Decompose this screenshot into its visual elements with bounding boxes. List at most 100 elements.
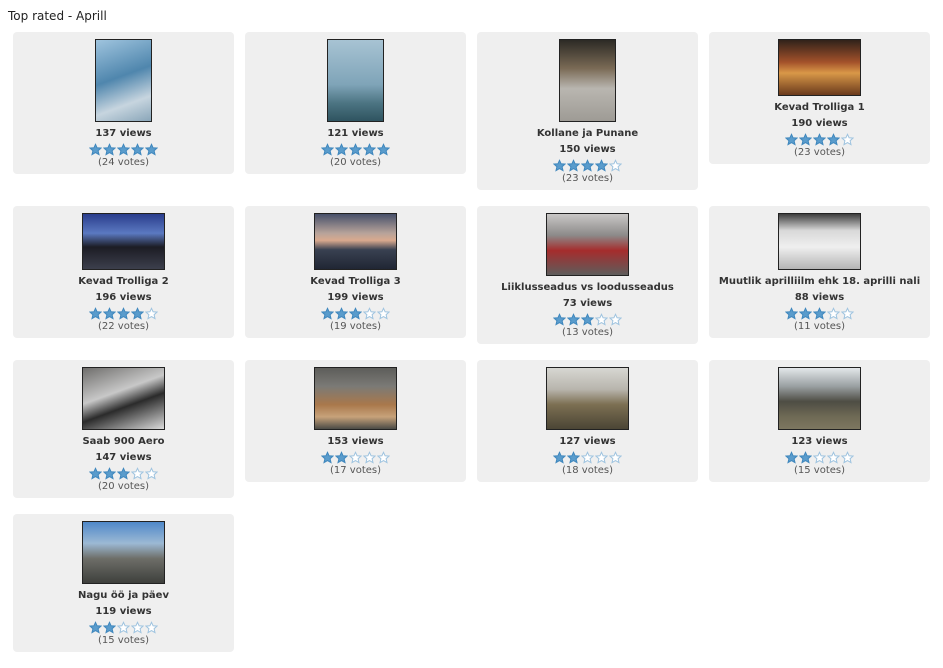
- star-empty-icon[interactable]: [131, 467, 144, 480]
- views-count: 123 views: [791, 436, 848, 447]
- gallery-row: 137 views (24 votes) 121 views (20 votes…: [13, 32, 931, 190]
- star-filled-icon[interactable]: [349, 143, 362, 156]
- thumbnail-caption[interactable]: Nagu öö ja päev: [13, 588, 234, 604]
- star-filled-icon[interactable]: [799, 451, 812, 464]
- thumbnail-image[interactable]: [82, 521, 165, 584]
- star-empty-icon[interactable]: [595, 451, 608, 464]
- star-empty-icon[interactable]: [813, 451, 826, 464]
- thumbnail-caption[interactable]: Saab 900 Aero: [13, 434, 234, 450]
- thumbnail-image[interactable]: [559, 39, 616, 122]
- star-filled-icon[interactable]: [553, 451, 566, 464]
- thumbnail-image[interactable]: [314, 213, 397, 270]
- star-filled-icon[interactable]: [335, 143, 348, 156]
- star-filled-icon[interactable]: [567, 313, 580, 326]
- star-filled-icon[interactable]: [799, 307, 812, 320]
- star-filled-icon[interactable]: [103, 143, 116, 156]
- rating-stars: [13, 306, 234, 320]
- star-filled-icon[interactable]: [335, 451, 348, 464]
- thumbnail-caption[interactable]: Kevad Trolliga 3: [245, 274, 466, 290]
- thumbnail-caption[interactable]: Muutlik aprilliilm ehk 18. aprilli nali: [709, 274, 930, 290]
- star-filled-icon[interactable]: [117, 467, 130, 480]
- star-empty-icon[interactable]: [609, 159, 622, 172]
- star-filled-icon[interactable]: [813, 307, 826, 320]
- star-filled-icon[interactable]: [89, 467, 102, 480]
- star-filled-icon[interactable]: [131, 307, 144, 320]
- star-filled-icon[interactable]: [813, 133, 826, 146]
- star-empty-icon[interactable]: [609, 451, 622, 464]
- page-title: Top rated - Aprill: [8, 9, 107, 23]
- star-filled-icon[interactable]: [89, 307, 102, 320]
- thumbnail-caption[interactable]: Kollane ja Punane: [477, 126, 698, 142]
- thumbnail-image[interactable]: [82, 213, 165, 270]
- star-filled-icon[interactable]: [131, 143, 144, 156]
- star-filled-icon[interactable]: [581, 313, 594, 326]
- star-filled-icon[interactable]: [117, 307, 130, 320]
- star-filled-icon[interactable]: [321, 143, 334, 156]
- thumbnail-image[interactable]: [82, 367, 165, 430]
- star-filled-icon[interactable]: [117, 143, 130, 156]
- views-count: 119 views: [95, 606, 152, 617]
- star-filled-icon[interactable]: [89, 621, 102, 634]
- star-filled-icon[interactable]: [103, 467, 116, 480]
- star-empty-icon[interactable]: [363, 451, 376, 464]
- star-empty-icon[interactable]: [145, 621, 158, 634]
- star-empty-icon[interactable]: [117, 621, 130, 634]
- star-filled-icon[interactable]: [827, 133, 840, 146]
- star-empty-icon[interactable]: [145, 307, 158, 320]
- star-filled-icon[interactable]: [553, 313, 566, 326]
- star-filled-icon[interactable]: [553, 159, 566, 172]
- thumbnail-caption[interactable]: Kevad Trolliga 1: [709, 100, 930, 116]
- thumbnail-image[interactable]: [778, 213, 861, 270]
- views-count: 137 views: [95, 128, 152, 139]
- star-filled-icon[interactable]: [363, 143, 376, 156]
- star-filled-icon[interactable]: [595, 159, 608, 172]
- star-empty-icon[interactable]: [349, 451, 362, 464]
- star-empty-icon[interactable]: [145, 467, 158, 480]
- star-filled-icon[interactable]: [103, 307, 116, 320]
- star-filled-icon[interactable]: [799, 133, 812, 146]
- star-filled-icon[interactable]: [89, 143, 102, 156]
- star-filled-icon[interactable]: [567, 159, 580, 172]
- thumbnail-image[interactable]: [546, 213, 629, 276]
- star-empty-icon[interactable]: [377, 307, 390, 320]
- star-filled-icon[interactable]: [785, 307, 798, 320]
- votes-count: (13 votes): [561, 327, 614, 338]
- thumbnail-image[interactable]: [314, 367, 397, 430]
- star-empty-icon[interactable]: [377, 451, 390, 464]
- thumbnail-image[interactable]: [546, 367, 629, 430]
- star-empty-icon[interactable]: [827, 451, 840, 464]
- star-filled-icon[interactable]: [377, 143, 390, 156]
- star-empty-icon[interactable]: [609, 313, 622, 326]
- star-filled-icon[interactable]: [785, 133, 798, 146]
- star-filled-icon[interactable]: [321, 451, 334, 464]
- star-empty-icon[interactable]: [581, 451, 594, 464]
- thumbnail-caption[interactable]: Liiklusseadus vs loodusseadus: [477, 280, 698, 296]
- star-filled-icon[interactable]: [785, 451, 798, 464]
- star-empty-icon[interactable]: [841, 451, 854, 464]
- star-filled-icon[interactable]: [349, 307, 362, 320]
- votes-count: (20 votes): [329, 157, 382, 168]
- star-empty-icon[interactable]: [363, 307, 376, 320]
- star-filled-icon[interactable]: [145, 143, 158, 156]
- star-filled-icon[interactable]: [567, 451, 580, 464]
- thumbnail-image[interactable]: [95, 39, 152, 122]
- star-empty-icon[interactable]: [841, 307, 854, 320]
- votes-count: (24 votes): [97, 157, 150, 168]
- star-empty-icon[interactable]: [595, 313, 608, 326]
- star-empty-icon[interactable]: [841, 133, 854, 146]
- thumbnail-image[interactable]: [778, 39, 861, 96]
- star-filled-icon[interactable]: [321, 307, 334, 320]
- star-filled-icon[interactable]: [335, 307, 348, 320]
- views-count: 73 views: [562, 298, 613, 309]
- thumbnail-card: Liiklusseadus vs loodusseadus 73 views (…: [477, 206, 698, 344]
- star-filled-icon[interactable]: [103, 621, 116, 634]
- star-empty-icon[interactable]: [827, 307, 840, 320]
- views-count: 150 views: [559, 144, 616, 155]
- thumbnail-image[interactable]: [778, 367, 861, 430]
- thumbnail-caption[interactable]: Kevad Trolliga 2: [13, 274, 234, 290]
- star-empty-icon[interactable]: [131, 621, 144, 634]
- thumbnail-card: 123 views (15 votes): [709, 360, 930, 482]
- star-filled-icon[interactable]: [581, 159, 594, 172]
- views-count: 88 views: [794, 292, 845, 303]
- thumbnail-image[interactable]: [327, 39, 384, 122]
